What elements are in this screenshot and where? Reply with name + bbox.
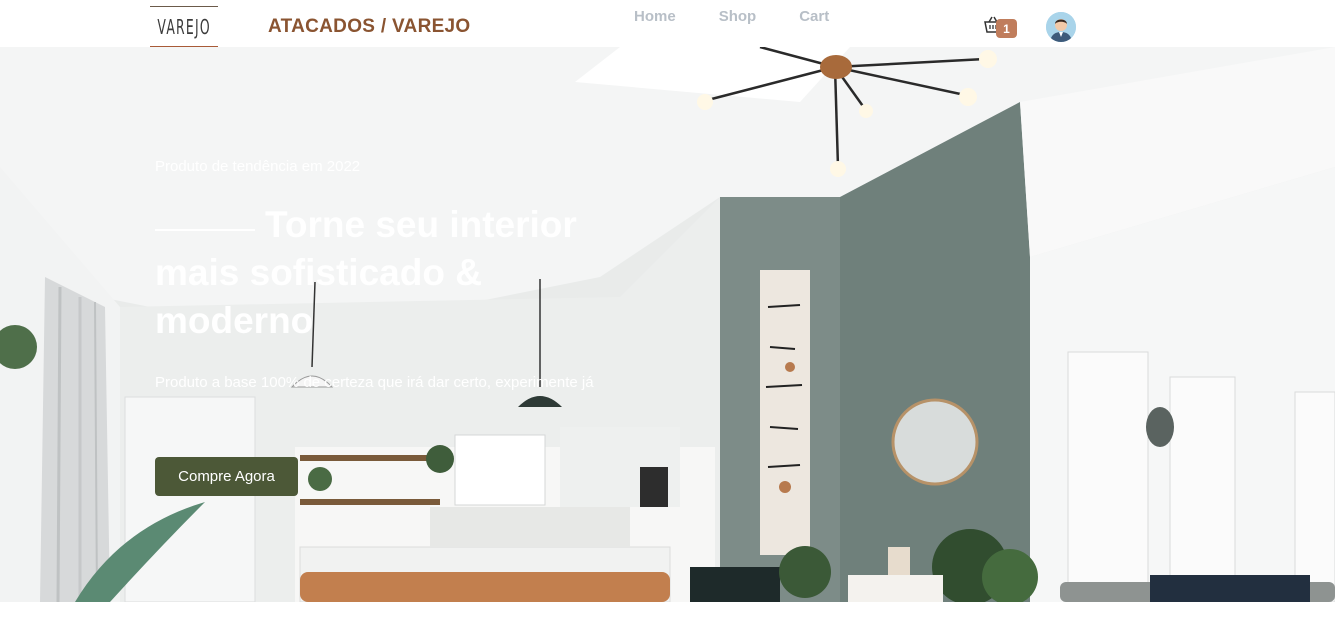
logo-text: VAREJO <box>157 14 211 39</box>
headline-dash <box>155 229 255 231</box>
avatar-person-icon <box>1046 12 1076 42</box>
compre-agora-button[interactable]: Compre Agora <box>155 457 298 496</box>
hero-subtext: Produto a base 100% de certeza que irá d… <box>155 374 594 391</box>
logo[interactable]: VAREJO <box>150 6 218 48</box>
hero-banner: Produto de tendência em 2022 Torne seu i… <box>0 47 1335 602</box>
hero-eyebrow: Produto de tendência em 2022 <box>155 158 361 175</box>
cart-count-badge: 1 <box>996 19 1017 38</box>
nav-link-cart[interactable]: Cart <box>799 8 829 25</box>
hero-headline: Torne seu interior mais sofisticado & mo… <box>155 201 635 345</box>
nav-link-home[interactable]: Home <box>634 8 676 25</box>
cart-button[interactable]: 1 <box>984 16 1018 40</box>
main-nav: Home Shop Cart <box>634 8 872 25</box>
user-avatar-icon[interactable] <box>1046 12 1076 42</box>
brand-title: ATACADOS / VAREJO <box>268 16 471 37</box>
nav-link-shop[interactable]: Shop <box>719 8 757 25</box>
hero-headline-text: Torne seu interior mais sofisticado & mo… <box>155 204 577 341</box>
navbar: VAREJO ATACADOS / VAREJO Home Shop Cart … <box>0 0 1335 48</box>
